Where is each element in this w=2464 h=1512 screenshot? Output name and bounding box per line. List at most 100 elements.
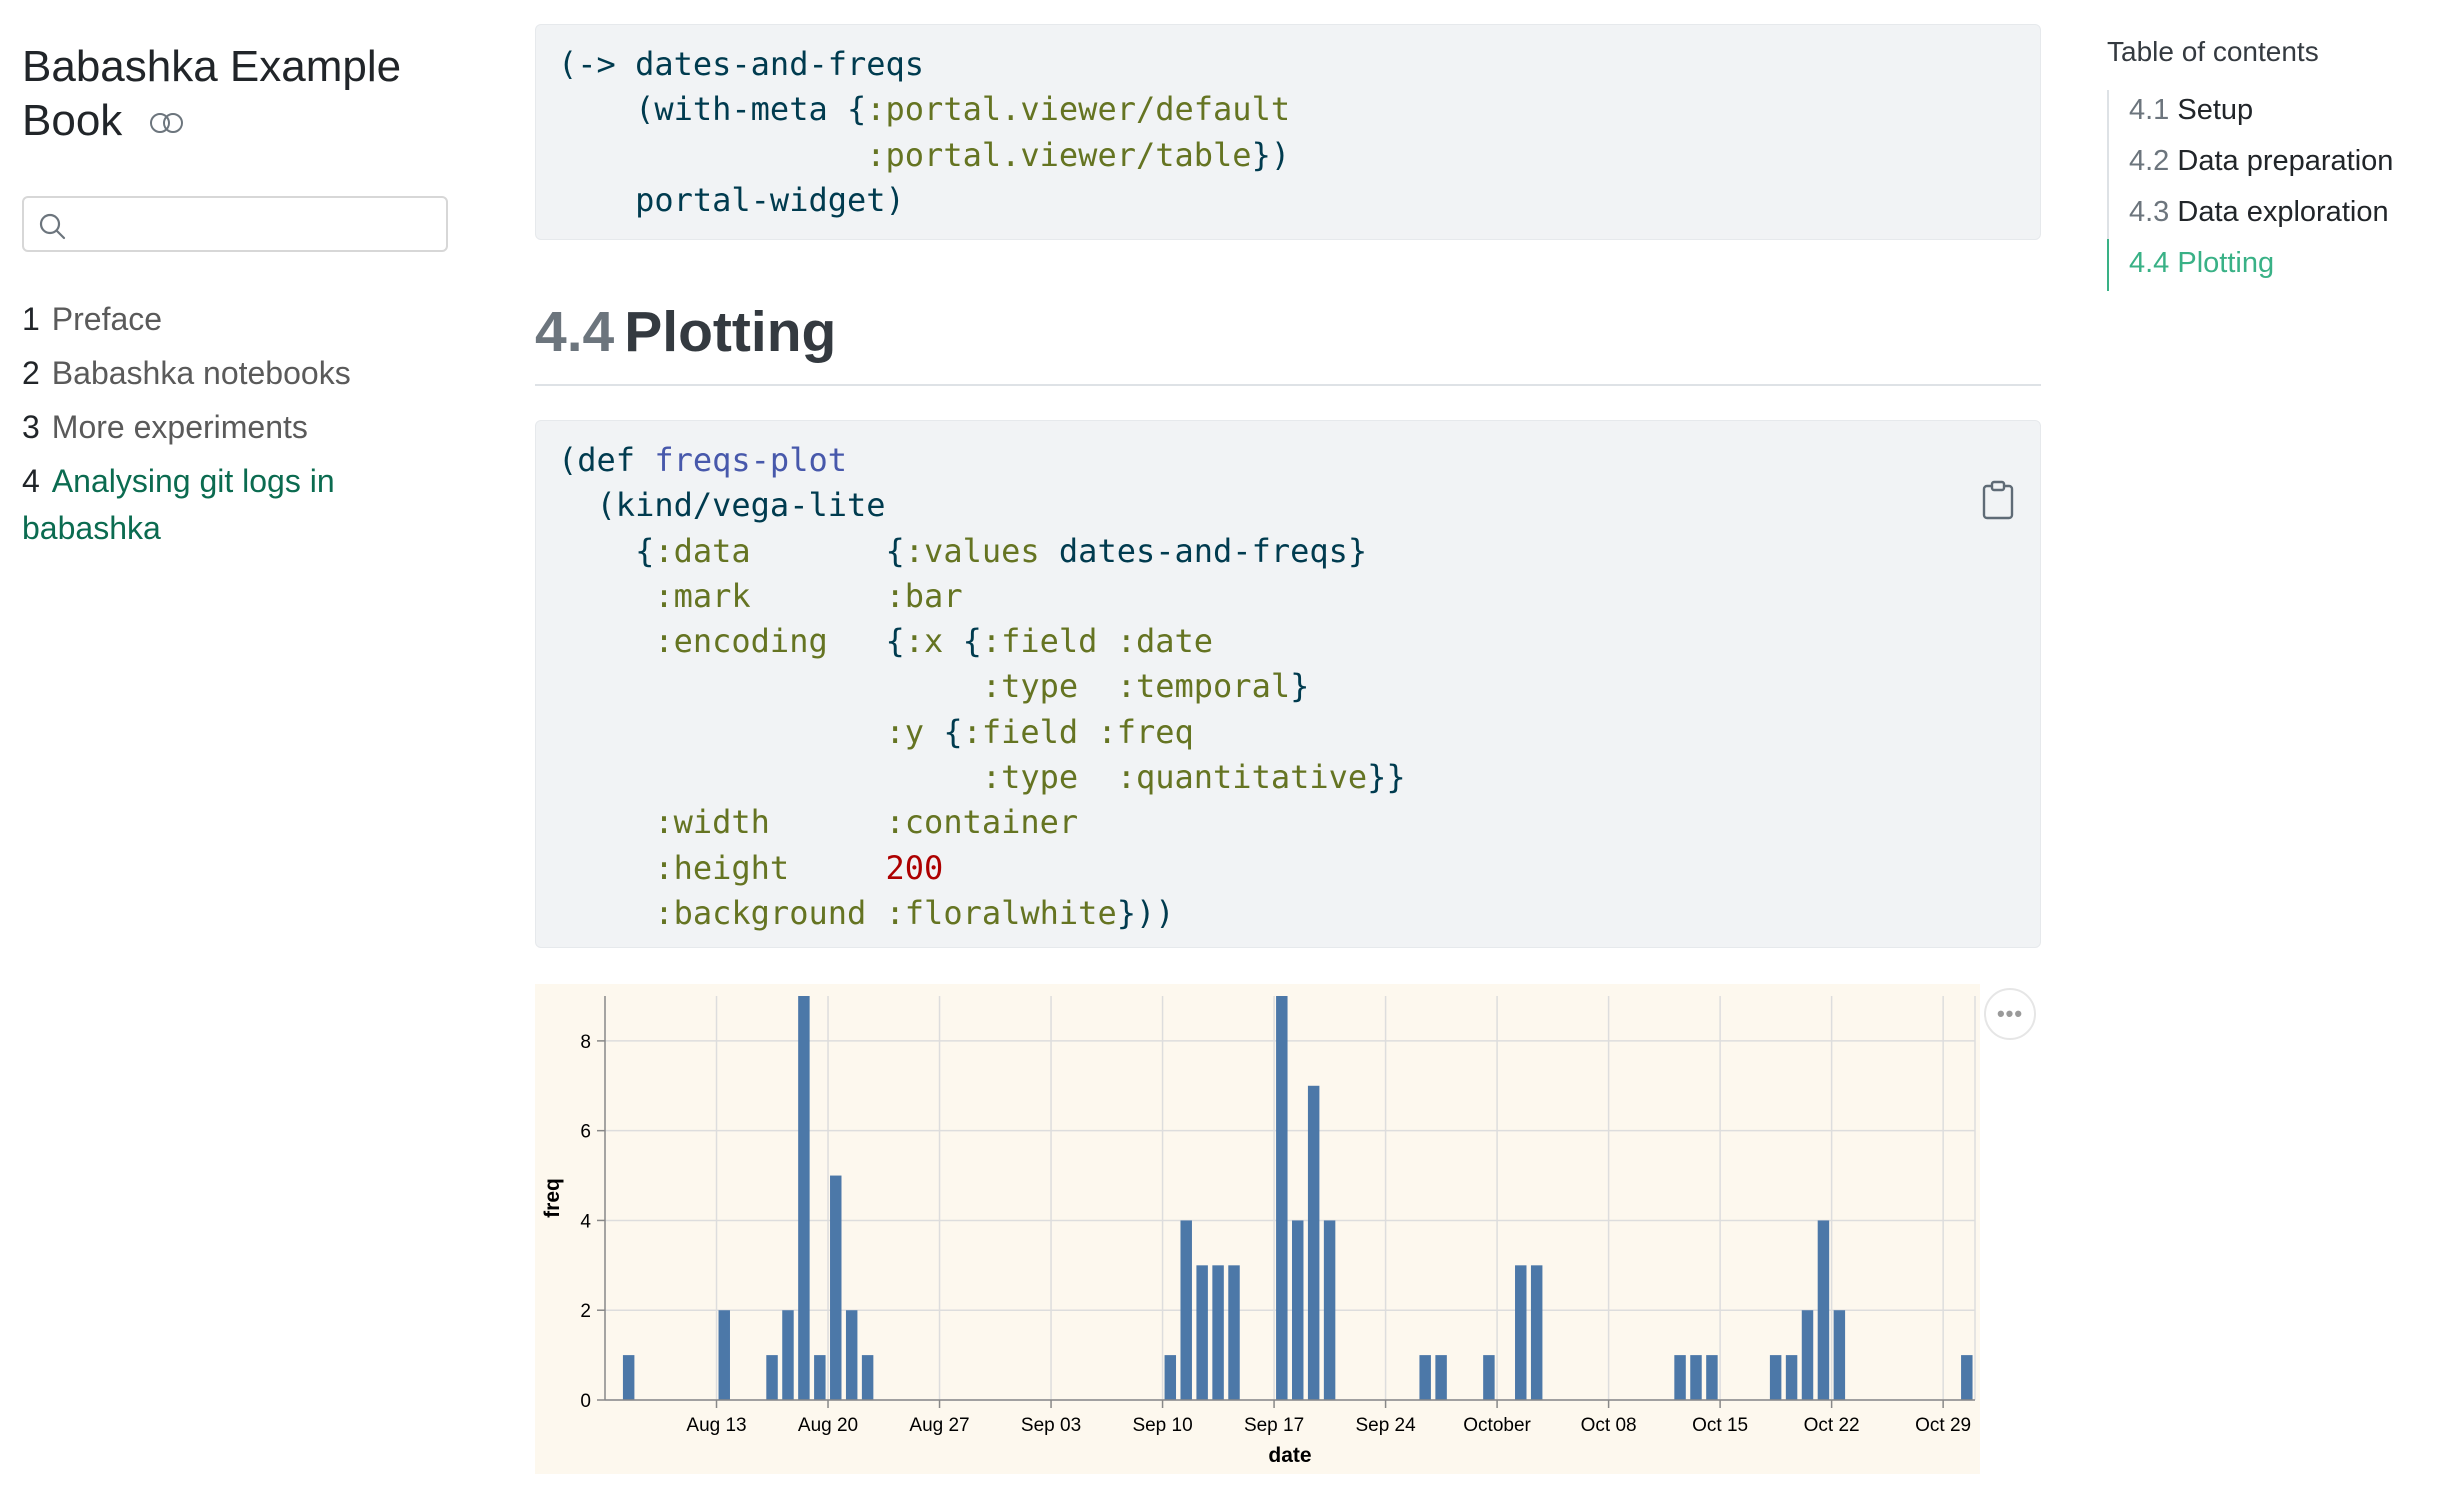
y-tick-label: 2 (580, 1301, 591, 1322)
x-axis-title: date (1268, 1444, 1311, 1467)
y-tick-label: 6 (580, 1122, 591, 1143)
sidebar-item-label: Analysing git logs in babashka (22, 463, 335, 546)
search-input[interactable] (22, 196, 448, 252)
x-tick-label: Sep 17 (1244, 1415, 1304, 1436)
bar (1690, 1355, 1702, 1400)
code-line: :type :quantitative}} (981, 758, 1406, 797)
site-title-line1[interactable]: Babashka Example (22, 42, 401, 91)
main-content: (-> dates-and-freqs (with-meta {:portal.… (535, 24, 2041, 1474)
bar (1785, 1355, 1798, 1400)
bar (1435, 1355, 1447, 1400)
bar (1706, 1355, 1718, 1400)
code-line: {:data {:values dates-and-freqs} (558, 531, 1368, 570)
x-tick-label: Sep 10 (1132, 1415, 1192, 1436)
toc-item-4-3[interactable]: 4.3 Data exploration (2129, 192, 2447, 232)
toc-item-number: 4.3 (2129, 196, 2170, 228)
bar (1164, 1355, 1177, 1400)
code-line: :width :container (654, 803, 1079, 842)
sidebar-item-3[interactable]: 3 More experiments (22, 404, 452, 451)
code-line: (-> dates-and-freqs (558, 45, 925, 83)
x-tick-label: Oct 15 (1692, 1415, 1748, 1436)
copy-to-clipboard-icon[interactable] (1864, 435, 2016, 578)
code-line: :height 200 (654, 848, 944, 887)
toc-list: 4.1 Setup 4.2 Data preparation 4.3 Data ex… (2107, 90, 2447, 291)
section-number: 4.4 (535, 300, 615, 364)
y-tick-label: 8 (580, 1032, 591, 1053)
code-line: :y {:field :freq (885, 712, 1194, 751)
table-of-contents: Table of contents 4.1 Setup 4.2 Data prep… (2107, 32, 2447, 294)
code-line: :type :temporal} (981, 667, 1310, 706)
chart-actions-menu-button[interactable]: ••• (1984, 988, 2036, 1040)
code-block-freqs-plot[interactable]: (def freqs-plot (kind/vega-lite {:data {… (535, 420, 2041, 948)
bar (1292, 1220, 1304, 1400)
sidebar-item-1[interactable]: 1 Preface (22, 296, 452, 343)
bar (1801, 1310, 1814, 1400)
sidebar-item-label: Babashka notebooks (51, 355, 351, 391)
x-tick-label: Aug 13 (686, 1415, 746, 1436)
freqs-bar-chart: 0 2 4 6 8 Aug 13 Aug 20 Aug 27 Sep 03 Sep 10 Sep 1… (535, 984, 1980, 1474)
sidebar-nav: 1 Preface 2 Babashka notebooks 3 More experim… (22, 296, 452, 552)
toc-item-label: Setup (2169, 94, 2254, 126)
sidebar-item-number: 2 (22, 355, 40, 391)
toc-item-4-1[interactable]: 4.1 Setup (2129, 90, 2447, 130)
toc-item-label: Data preparation (2169, 145, 2394, 177)
y-tick-label: 0 (580, 1391, 591, 1412)
code-line: :mark :bar (654, 576, 963, 615)
section-heading: 4.4 Plotting (535, 302, 2041, 386)
bar (861, 1355, 874, 1400)
y-axis-title: freq (541, 1178, 564, 1218)
code-line: portal-widget) (558, 180, 905, 219)
bar (782, 1310, 794, 1400)
toc-item-4-2[interactable]: 4.2 Data preparation (2129, 141, 2447, 181)
toc-title: Table of contents (2107, 36, 2319, 67)
sidebar-item-number: 3 (22, 409, 40, 445)
x-tick-label: Sep 24 (1355, 1415, 1416, 1436)
x-tick-label: October (1463, 1415, 1531, 1436)
sidebar-item-4[interactable]: 4 Analysing git logs in babashka (22, 458, 452, 552)
theme-toggle-icon[interactable] (149, 93, 185, 147)
bar (1483, 1355, 1495, 1400)
bar (1833, 1310, 1846, 1400)
x-tick-label: Oct 22 (1804, 1415, 1860, 1436)
code-line: (kind/vega-lite (596, 486, 886, 525)
bar (1769, 1355, 1782, 1400)
chart-container: 0 2 4 6 8 Aug 13 Aug 20 Aug 27 Sep 03 Sep 10 Sep 1… (535, 984, 2041, 1474)
bar (1180, 1220, 1192, 1400)
sidebar-item-label: More experiments (51, 409, 308, 445)
sidebar-item-number: 1 (22, 301, 40, 337)
bar (1515, 1265, 1527, 1400)
bar (1817, 1220, 1830, 1400)
bar (1674, 1355, 1686, 1400)
toc-item-label: Plotting (2169, 247, 2275, 279)
bar (1961, 1355, 1973, 1400)
bar (798, 996, 810, 1400)
bar (1419, 1355, 1431, 1400)
sidebar-item-label: Preface (51, 301, 163, 337)
x-tick-label: Oct 29 (1915, 1415, 1971, 1436)
code-line: (with-meta {:portal.viewer/default (635, 90, 1291, 129)
bar (718, 1310, 730, 1400)
x-tick-label: Sep 03 (1021, 1415, 1081, 1436)
x-tick-label: Oct 08 (1581, 1415, 1637, 1436)
section-title: Plotting (624, 300, 837, 364)
toc-item-4-4[interactable]: 4.4 Plotting (2107, 239, 2447, 291)
site-title[interactable]: Babashka Example Book (22, 40, 452, 148)
bar (766, 1355, 778, 1400)
bar (1212, 1265, 1224, 1400)
bar (1323, 1220, 1336, 1400)
bar (845, 1310, 858, 1400)
code-line: :portal.viewer/table}) (866, 135, 1291, 174)
bar (1196, 1265, 1208, 1400)
bar (1530, 1265, 1543, 1400)
toc-item-number: 4.1 (2129, 94, 2170, 126)
site-title-line2[interactable]: Book (22, 96, 122, 145)
bar (1307, 1085, 1320, 1400)
x-tick-label: Aug 20 (798, 1415, 858, 1436)
code-line: :background :floralwhite})) (654, 893, 1175, 932)
y-tick-label: 4 (580, 1211, 591, 1232)
sidebar-item-2[interactable]: 2 Babashka notebooks (22, 350, 452, 397)
x-tick-label: Aug 27 (909, 1415, 969, 1436)
sidebar: Babashka Example Book 1 Preface 2 Babashka … (22, 40, 452, 559)
bar (622, 1355, 635, 1400)
code-block-portal[interactable]: (-> dates-and-freqs (with-meta {:portal.… (535, 24, 2041, 240)
